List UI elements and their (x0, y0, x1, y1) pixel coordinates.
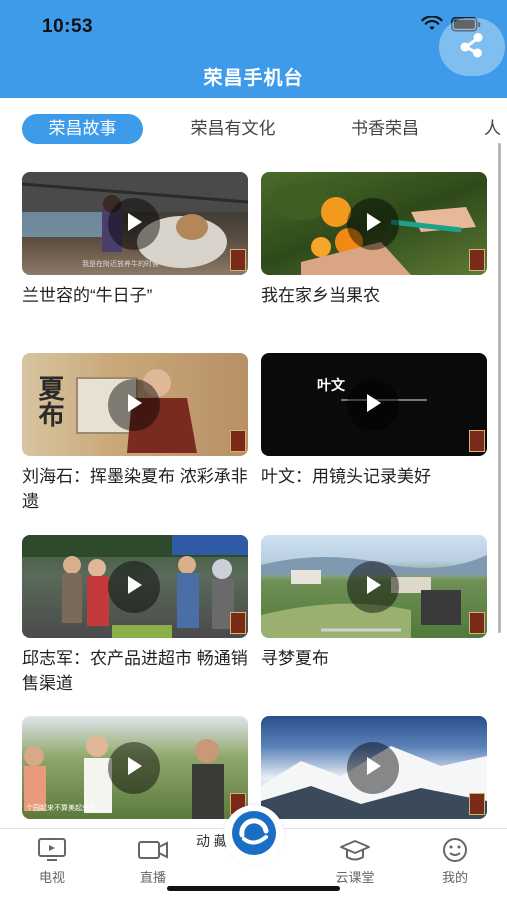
video-thumbnail[interactable]: 叶文 (261, 353, 487, 456)
station-logo-icon (230, 809, 278, 862)
scrollbar[interactable] (498, 143, 501, 633)
video-title[interactable]: 邱志军：农产品进超市 畅通销售渠道 (22, 646, 248, 696)
play-icon (124, 574, 144, 601)
app-header: 10:53 荣昌手机台 (0, 0, 507, 98)
subtitle-caption: 个园起来不算美起来舍 (26, 805, 96, 812)
video-title[interactable]: 刘海石：挥墨染夏布 浓彩承非遗 (22, 464, 248, 514)
share-icon (457, 30, 487, 65)
video-card[interactable]: 个园起来不算美起来舍 (22, 716, 248, 827)
nav-label: 我的 (441, 870, 468, 885)
nav-label: 电视 (38, 870, 65, 885)
nav-item-mine[interactable]: 我的 (425, 837, 485, 886)
play-button[interactable] (108, 198, 160, 250)
tab-rongchang-stories[interactable]: 荣昌故事 (22, 114, 143, 144)
play-icon (363, 392, 383, 419)
video-title[interactable]: 兰世容的“牛日子” (22, 283, 248, 308)
video-thumbnail[interactable]: 我是在附近放养牛的时候 (22, 172, 248, 275)
video-thumbnail[interactable] (261, 716, 487, 819)
play-button[interactable] (347, 198, 399, 250)
status-time: 10:53 (42, 16, 94, 37)
overlay-name: 叶文 (317, 377, 345, 393)
share-button[interactable] (439, 18, 505, 76)
channel-badge-icon (469, 249, 485, 271)
tab-reading-rongchang[interactable]: 书香荣昌 (337, 114, 433, 144)
channel-badge-icon (469, 793, 485, 815)
play-icon (363, 574, 383, 601)
play-button[interactable] (108, 742, 160, 794)
center-logo-button[interactable] (224, 805, 284, 865)
video-thumbnail[interactable]: 夏布 (22, 353, 248, 456)
app-title: 荣昌手机台 (203, 68, 304, 89)
video-title[interactable]: 我在家乡当果农 (261, 283, 487, 308)
video-title[interactable]: 叶文：用镜头记录美好 (261, 464, 487, 489)
smile-face-icon (425, 837, 485, 863)
channel-badge-icon (230, 430, 246, 452)
video-card[interactable]: 我在家乡当果农 (261, 172, 487, 308)
channel-badge-icon (230, 249, 246, 271)
video-card[interactable] (261, 716, 487, 827)
play-icon (363, 755, 383, 782)
nav-item-cloud-class[interactable]: 云课堂 (325, 837, 385, 886)
channel-badge-icon (469, 612, 485, 634)
graduation-cap-icon (325, 837, 385, 863)
category-tabs: 荣昌故事 荣昌有文化 书香荣昌 人 (0, 98, 507, 158)
calligraphy-overlay: 夏布 (34, 375, 64, 427)
nav-label: 直播 (139, 870, 166, 885)
video-thumbnail[interactable] (261, 172, 487, 275)
play-icon (363, 211, 383, 238)
wifi-icon (421, 16, 443, 32)
video-grid: 我是在附近放养牛的时候 兰世容的“牛日子” 我在家乡当果农 夏布 刘海石：挥墨染… (0, 158, 507, 828)
tab-people[interactable]: 人 (484, 114, 507, 144)
video-card[interactable]: 我是在附近放养牛的时候 兰世容的“牛日子” (22, 172, 248, 308)
play-button[interactable] (108, 561, 160, 613)
video-title[interactable]: 寻梦夏布 (261, 646, 487, 671)
channel-badge-icon (469, 430, 485, 452)
nav-item-live[interactable]: 直播 (123, 837, 183, 886)
nav-label: 云课堂 (335, 870, 375, 885)
video-card[interactable]: 叶文 叶文：用镜头记录美好 (261, 353, 487, 489)
home-indicator[interactable] (167, 886, 340, 891)
video-thumbnail[interactable] (22, 535, 248, 638)
tab-rongchang-culture[interactable]: 荣昌有文化 (175, 114, 291, 144)
video-camera-icon (123, 837, 183, 863)
video-card[interactable]: 夏布 刘海石：挥墨染夏布 浓彩承非遗 (22, 353, 248, 514)
play-button[interactable] (108, 379, 160, 431)
play-icon (124, 392, 144, 419)
channel-badge-icon (230, 612, 246, 634)
play-icon (124, 211, 144, 238)
tv-icon (22, 837, 82, 863)
play-button[interactable] (347, 561, 399, 613)
subtitle-caption: 我是在附近放养牛的时候 (82, 261, 159, 268)
video-thumbnail[interactable] (261, 535, 487, 638)
nav-item-tv[interactable]: 电视 (22, 837, 82, 886)
video-card[interactable]: 寻梦夏布 (261, 535, 487, 671)
play-icon (124, 755, 144, 782)
play-button[interactable] (347, 742, 399, 794)
play-button[interactable] (347, 379, 399, 431)
video-thumbnail[interactable]: 个园起来不算美起来舍 (22, 716, 248, 819)
video-card[interactable]: 邱志军：农产品进超市 畅通销售渠道 (22, 535, 248, 696)
